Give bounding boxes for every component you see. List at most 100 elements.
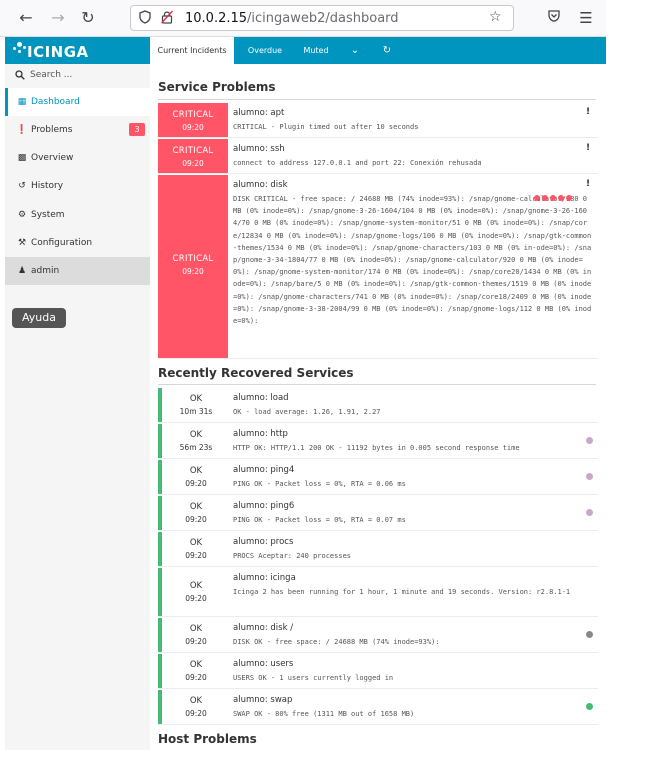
state-time: 09:20 xyxy=(185,673,207,682)
sidebar-item-system[interactable]: ⚙ System xyxy=(5,201,150,229)
url-host: 10.0.2.15 xyxy=(185,11,248,26)
table-row[interactable]: OK 56m 23s alumno: http HTTP OK: HTTP/1.1 2… xyxy=(158,424,598,459)
history-icon: ↺ xyxy=(18,181,26,191)
sidebar-item-user[interactable]: ♟ admin xyxy=(5,257,150,285)
status-badge: CRITICAL 09:20 xyxy=(158,103,228,137)
service-name[interactable]: alumno: disk / xyxy=(233,623,293,633)
status-badge: OK 10m 31s xyxy=(158,388,228,422)
logo-bar: ICINGA xyxy=(5,37,150,64)
table-row[interactable]: CRITICAL 09:20 alumno: apt CRITICAL - Pl… xyxy=(158,103,598,138)
plugin-output: PING OK - Packet loss = 0%, RTA = 0.06 m… xyxy=(233,480,406,488)
table-row[interactable]: CRITICAL 09:20 alumno: ssh connect to ad… xyxy=(158,139,598,174)
table-row[interactable]: OK 09:20 alumno: icinga Icinga 2 has been r… xyxy=(158,568,598,617)
search-input[interactable]: Search ... xyxy=(5,64,150,89)
sidebar-item-label: admin xyxy=(31,266,60,276)
state-time: 09:20 xyxy=(182,267,204,276)
state-time: 09:20 xyxy=(185,637,207,646)
service-name[interactable]: alumno: http xyxy=(233,429,288,439)
plugin-output: DISK CRITICAL - free space: / 24688 MB (… xyxy=(233,195,592,326)
table-row[interactable]: OK 09:20 alumno: ping4 PING OK - Packet los… xyxy=(158,460,598,495)
state-label: CRITICAL xyxy=(172,110,214,120)
table-row[interactable]: OK 09:20 alumno: disk / DISK OK - free spac… xyxy=(158,618,598,653)
host-problems-title: Host Problems xyxy=(158,732,257,746)
table-row[interactable]: OK 09:20 alumno: users USERS OK - 1 users c… xyxy=(158,654,598,689)
bookmark-star-icon[interactable]: ☆ xyxy=(489,9,502,25)
address-bar[interactable]: 10.0.2.15/icingaweb2/dashboard ☆ xyxy=(130,5,514,31)
tab-muted[interactable]: Muted xyxy=(296,37,336,64)
service-name[interactable]: alumno: ping6 xyxy=(233,501,294,511)
service-name[interactable]: alumno: load xyxy=(233,393,289,403)
perfdata-pie-icon xyxy=(586,509,593,516)
sidebar-item-history[interactable]: ↺ History xyxy=(5,172,150,200)
insecure-lock-icon[interactable] xyxy=(161,10,173,28)
plugin-output: PROCS Aceptar: 240 processes xyxy=(233,552,352,560)
state-time: 09:20 xyxy=(185,479,207,488)
pocket-icon[interactable] xyxy=(544,8,564,28)
table-row[interactable]: OK 10m 31s alumno: load OK - load average: … xyxy=(158,388,598,423)
state-time: 09:20 xyxy=(185,515,207,524)
service-name[interactable]: alumno: disk xyxy=(233,180,288,190)
sidebar-item-label: History xyxy=(31,181,64,191)
cogs-icon: ⚙ xyxy=(17,210,27,220)
table-row[interactable]: OK 09:20 alumno: procs PROCS Aceptar: 240 p… xyxy=(158,532,598,567)
user-icon: ♟ xyxy=(17,266,27,276)
divider xyxy=(158,384,596,385)
flapping-icon: ! xyxy=(586,143,591,153)
state-time: 09:20 xyxy=(185,709,207,718)
plugin-output: Icinga 2 has been running for 1 hour, 1 … xyxy=(233,588,571,596)
plugin-output: SWAP OK - 80% free (1311 MB out of 1658 … xyxy=(233,710,415,718)
state-label: OK xyxy=(189,430,203,440)
logo[interactable]: ICINGA xyxy=(27,43,89,61)
table-row[interactable]: OK 09:20 alumno: swap SWAP OK - 80% free (1… xyxy=(158,690,598,725)
help-button[interactable]: Ayuda xyxy=(12,308,66,328)
tab-bar: Current Incidents Overdue Muted ⌄ ↻ xyxy=(150,37,606,64)
refresh-icon[interactable]: ↻ xyxy=(378,37,396,64)
service-name[interactable]: alumno: icinga xyxy=(233,573,296,583)
status-badge: OK 09:20 xyxy=(158,460,228,494)
state-label: OK xyxy=(189,502,203,512)
state-time: 10m 31s xyxy=(179,407,213,416)
plugin-output: CRITICAL - Plugin timed out after 10 sec… xyxy=(233,123,419,131)
status-badge: OK 09:20 xyxy=(158,568,228,616)
flapping-icon: ! xyxy=(586,107,591,117)
divider xyxy=(158,99,596,100)
sidebar-item-label: Dashboard xyxy=(31,97,80,107)
service-name[interactable]: alumno: ping4 xyxy=(233,465,294,475)
back-icon[interactable]: ← xyxy=(16,8,36,28)
state-label: OK xyxy=(189,394,203,404)
plugin-output: connect to address 127.0.0.1 and port 22… xyxy=(233,159,482,167)
url-text[interactable]: 10.0.2.15/icingaweb2/dashboard xyxy=(185,11,399,26)
perfdata-pie-icon xyxy=(586,473,593,480)
sidebar-item-overview[interactable]: ▩ Overview xyxy=(5,144,150,172)
sidebar-item-dashboard[interactable]: ▦ Dashboard xyxy=(5,88,150,116)
service-name[interactable]: alumno: procs xyxy=(233,537,293,547)
chevron-down-icon[interactable]: ⌄ xyxy=(346,37,364,64)
reload-icon[interactable]: ↻ xyxy=(78,8,98,28)
service-name[interactable]: alumno: ssh xyxy=(233,144,285,154)
wrench-icon: ⚒ xyxy=(17,238,27,248)
table-row[interactable]: CRITICAL 09:20 alumno: disk DISK CRITICA… xyxy=(158,175,598,359)
shield-icon[interactable] xyxy=(139,10,151,28)
service-name[interactable]: alumno: swap xyxy=(233,695,292,705)
menu-icon[interactable]: ☰ xyxy=(576,8,596,28)
status-badge: OK 09:20 xyxy=(158,618,228,652)
service-name[interactable]: alumno: apt xyxy=(233,108,284,118)
table-row[interactable]: OK 09:20 alumno: ping6 PING OK - Packet los… xyxy=(158,496,598,531)
forward-icon[interactable]: → xyxy=(48,8,68,28)
plugin-output: OK - load average: 1.26, 1.91, 2.27 xyxy=(233,408,381,416)
url-path: /icingaweb2/dashboard xyxy=(247,11,399,26)
icinga-logo-icon xyxy=(13,40,27,58)
status-badge: OK 09:20 xyxy=(158,532,228,566)
state-label: OK xyxy=(189,466,203,476)
perfdata-pie-icon xyxy=(586,703,593,710)
state-time: 09:20 xyxy=(182,123,204,132)
sidebar-item-configuration[interactable]: ⚒ Configuration xyxy=(5,229,150,257)
search-placeholder: Search ... xyxy=(30,70,73,80)
perfdata-pie-icon xyxy=(586,437,593,444)
state-label: OK xyxy=(189,538,203,548)
service-name[interactable]: alumno: users xyxy=(233,659,293,669)
tab-overdue[interactable]: Overdue xyxy=(242,37,288,64)
sidebar-item-problems[interactable]: ❗ Problems 3 xyxy=(5,116,150,144)
tab-current-incidents[interactable]: Current Incidents xyxy=(150,37,234,64)
plugin-output: HTTP OK: HTTP/1.1 200 OK - 11192 bytes i… xyxy=(233,444,520,452)
